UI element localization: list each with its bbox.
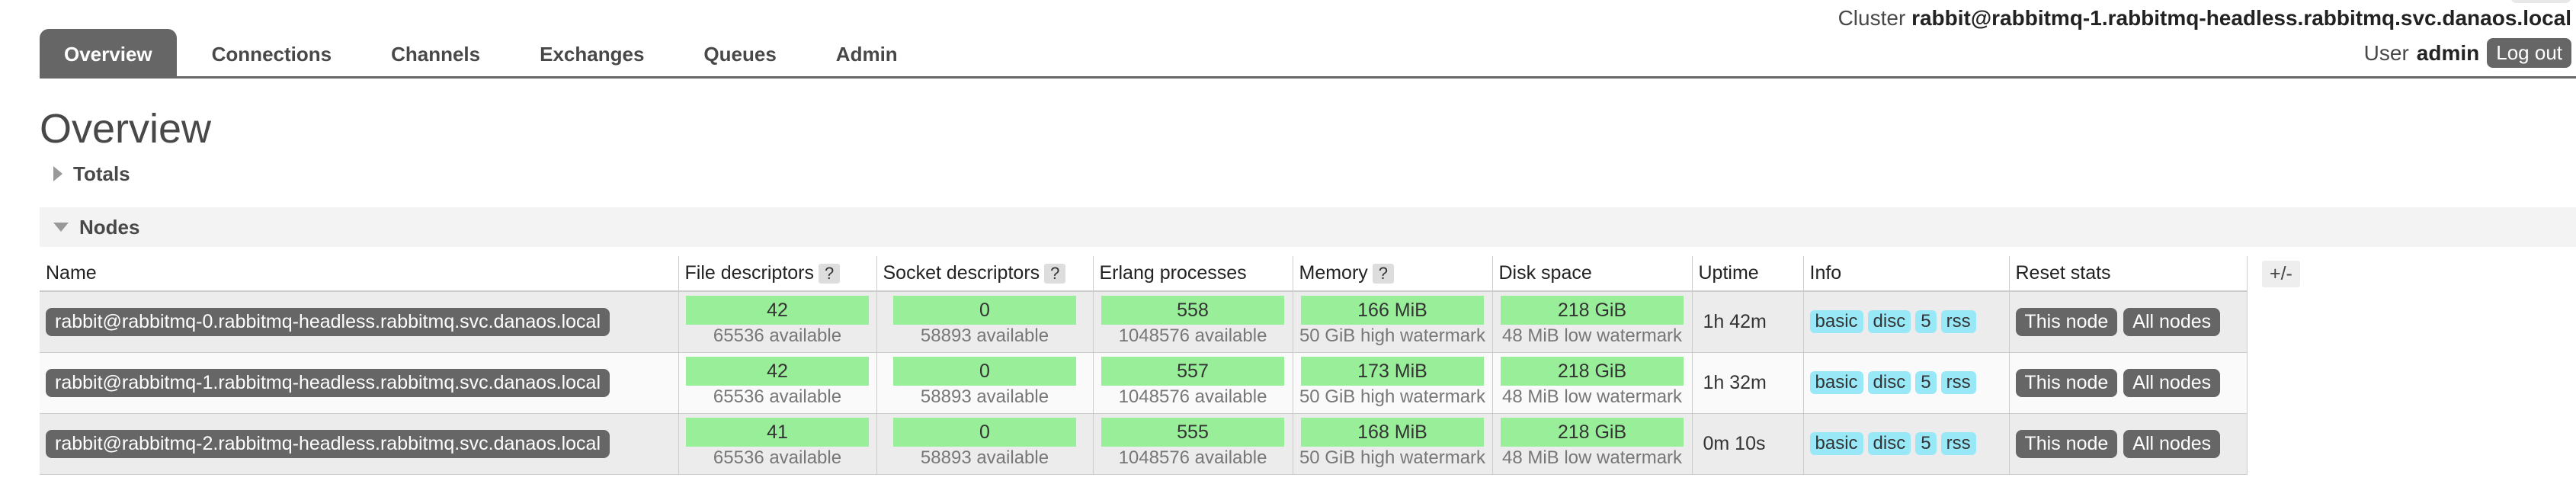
memory-watermark: 50 GiB high watermark xyxy=(1299,386,1486,407)
logout-button[interactable]: Log out xyxy=(2487,38,2571,68)
socket-used: 0 xyxy=(893,357,1076,386)
nodes-table: Name File descriptors? Socket descriptor… xyxy=(40,256,2248,475)
section-totals-toggle[interactable]: Totals xyxy=(40,159,2576,189)
table-row: rabbit@rabbitmq-2.rabbitmq-headless.rabb… xyxy=(40,413,2248,475)
info-badge-count: 5 xyxy=(1915,310,1937,334)
col-socket-descriptors: Socket descriptors? xyxy=(876,256,1094,292)
info-badge-count: 5 xyxy=(1915,371,1937,394)
tab-connections[interactable]: Connections xyxy=(187,29,356,78)
reset-all-nodes-button[interactable]: All nodes xyxy=(2123,429,2221,458)
col-erlang-processes: Erlang processes xyxy=(1093,256,1293,292)
tab-overview[interactable]: Overview xyxy=(40,29,177,78)
erlang-available: 1048576 available xyxy=(1118,447,1267,468)
uptime-value: 1h 32m xyxy=(1703,371,1767,393)
tab-exchanges[interactable]: Exchanges xyxy=(515,29,668,78)
info-badge-rss: rss xyxy=(1940,371,1976,394)
table-row: rabbit@rabbitmq-1.rabbitmq-headless.rabb… xyxy=(40,352,2248,414)
help-icon[interactable]: ? xyxy=(1044,264,1066,284)
user-info: User admin Log out xyxy=(2364,38,2571,68)
fd-available: 65536 available xyxy=(713,386,842,407)
tab-queues[interactable]: Queues xyxy=(679,29,800,78)
tab-channels[interactable]: Channels xyxy=(367,29,505,78)
tabs-divider xyxy=(40,76,2576,79)
col-info: Info xyxy=(1803,256,2010,292)
cluster-name: rabbit@rabbitmq-1.rabbitmq-headless.rabb… xyxy=(1911,6,2571,30)
erlang-used: 558 xyxy=(1101,296,1284,325)
page-title: Overview xyxy=(40,106,212,152)
reset-this-node-button[interactable]: This node xyxy=(2015,429,2118,458)
disk-free: 218 GiB xyxy=(1501,357,1684,386)
reset-this-node-button[interactable]: This node xyxy=(2015,368,2118,397)
uptime-value: 0m 10s xyxy=(1703,432,1766,454)
col-uptime: Uptime xyxy=(1692,256,1804,292)
info-badge-disc: disc xyxy=(1867,371,1911,394)
section-nodes-label: Nodes xyxy=(79,215,140,239)
disk-free: 218 GiB xyxy=(1501,296,1684,325)
fd-available: 65536 available xyxy=(713,447,842,468)
section-totals-label: Totals xyxy=(73,162,130,185)
memory-used: 168 MiB xyxy=(1301,418,1484,447)
col-disk-space: Disk space xyxy=(1492,256,1693,292)
memory-watermark: 50 GiB high watermark xyxy=(1299,447,1486,468)
socket-available: 58893 available xyxy=(920,386,1049,407)
reset-all-nodes-button[interactable]: All nodes xyxy=(2123,368,2221,397)
table-header-row: Name File descriptors? Socket descriptor… xyxy=(40,256,2248,292)
col-file-descriptors: File descriptors? xyxy=(678,256,877,292)
erlang-available: 1048576 available xyxy=(1118,325,1267,347)
user-name: admin xyxy=(2416,40,2480,65)
info-badge-basic: basic xyxy=(1809,310,1863,334)
table-row: rabbit@rabbitmq-0.rabbitmq-headless.rabb… xyxy=(40,291,2248,353)
col-memory: Memory? xyxy=(1293,256,1493,292)
user-label: User xyxy=(2363,40,2409,65)
disk-free: 218 GiB xyxy=(1501,418,1684,447)
disk-watermark: 48 MiB low watermark xyxy=(1501,447,1683,468)
cluster-label: Cluster xyxy=(1837,6,1906,30)
help-icon[interactable]: ? xyxy=(819,264,841,284)
info-badge-disc: disc xyxy=(1867,310,1911,334)
fd-used: 42 xyxy=(686,357,869,386)
fd-used: 42 xyxy=(686,296,869,325)
info-badge-count: 5 xyxy=(1915,432,1937,455)
disk-watermark: 48 MiB low watermark xyxy=(1501,325,1683,347)
socket-used: 0 xyxy=(893,418,1076,447)
collapse-triangle-icon xyxy=(53,223,69,232)
node-name-link[interactable]: rabbit@rabbitmq-2.rabbitmq-headless.rabb… xyxy=(46,429,610,458)
expand-triangle-icon xyxy=(53,166,62,181)
socket-used: 0 xyxy=(893,296,1076,325)
info-badge-rss: rss xyxy=(1940,310,1976,334)
erlang-used: 557 xyxy=(1101,357,1284,386)
fd-available: 65536 available xyxy=(713,325,842,347)
help-icon[interactable]: ? xyxy=(1372,264,1395,284)
info-badge-rss: rss xyxy=(1940,432,1976,455)
info-badge-disc: disc xyxy=(1867,432,1911,455)
fd-used: 41 xyxy=(686,418,869,447)
memory-watermark: 50 GiB high watermark xyxy=(1299,325,1486,347)
info-badge-basic: basic xyxy=(1809,432,1863,455)
node-name-link[interactable]: rabbit@rabbitmq-1.rabbitmq-headless.rabb… xyxy=(46,368,610,397)
col-reset-stats: Reset stats xyxy=(2009,256,2248,292)
main-tabs: Overview Connections Channels Exchanges … xyxy=(40,29,933,78)
reset-all-nodes-button[interactable]: All nodes xyxy=(2123,307,2221,336)
erlang-available: 1048576 available xyxy=(1118,386,1267,407)
section-nodes-toggle[interactable]: Nodes xyxy=(40,207,2576,247)
memory-used: 173 MiB xyxy=(1301,357,1484,386)
memory-used: 166 MiB xyxy=(1301,296,1484,325)
info-badge-basic: basic xyxy=(1809,371,1863,394)
cluster-info: Cluster rabbit@rabbitmq-1.rabbitmq-headl… xyxy=(1838,6,2571,30)
socket-available: 58893 available xyxy=(920,447,1049,468)
reset-this-node-button[interactable]: This node xyxy=(2015,307,2118,336)
disk-watermark: 48 MiB low watermark xyxy=(1501,386,1683,407)
corner-ghost xyxy=(2510,0,2571,3)
uptime-value: 1h 42m xyxy=(1703,310,1767,332)
col-name: Name xyxy=(40,256,679,292)
tab-admin[interactable]: Admin xyxy=(812,29,922,78)
erlang-used: 555 xyxy=(1101,418,1284,447)
socket-available: 58893 available xyxy=(920,325,1049,347)
column-toggle-button[interactable]: +/- xyxy=(2262,261,2300,287)
node-name-link[interactable]: rabbit@rabbitmq-0.rabbitmq-headless.rabb… xyxy=(46,307,610,336)
